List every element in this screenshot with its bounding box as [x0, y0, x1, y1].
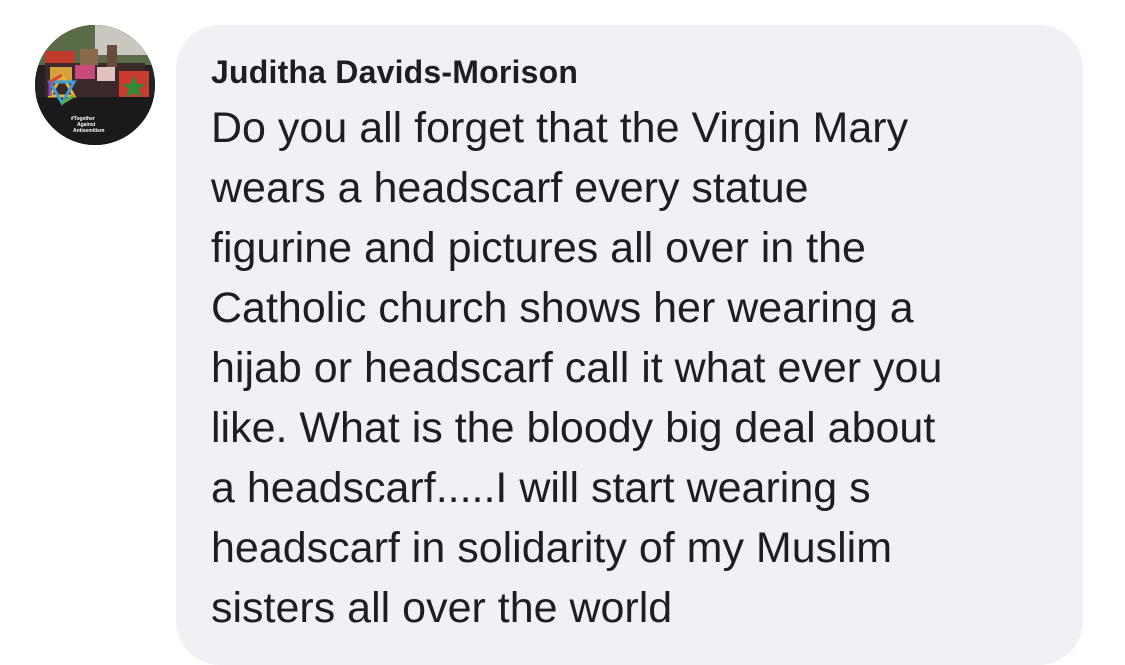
comment-text-line: Do you all forget that the Virgin Mary	[211, 104, 909, 152]
comment-text-line: Catholic church shows her wearing a	[211, 284, 914, 332]
comment-text-line: figurine and pictures all over in the	[211, 224, 866, 272]
comment-text-line: headscarf in solidarity of my Muslim	[211, 524, 893, 572]
avatar-photo: #Together Against Antisemitism	[35, 25, 155, 145]
comment-text-line: a headscarf.....I will start wearing s	[211, 464, 871, 512]
comment-author-name[interactable]: Juditha Davids-Morison	[211, 52, 1053, 92]
comment-text-line: hijab or headscarf call it what ever you	[211, 344, 943, 392]
comment-text-line: like. What is the bloody big deal about	[211, 404, 936, 452]
comment-text: Do you all forget that the Virgin Mary w…	[211, 98, 1051, 638]
comment-text-line: sisters all over the world	[211, 584, 673, 632]
avatar[interactable]: #Together Against Antisemitism	[35, 25, 155, 145]
comment-bubble: Juditha Davids-Morison Do you all forget…	[176, 25, 1083, 665]
comment-text-line: wears a headscarf every statue	[211, 164, 809, 212]
avatar-badge-line-3: Antisemitism	[73, 128, 105, 134]
